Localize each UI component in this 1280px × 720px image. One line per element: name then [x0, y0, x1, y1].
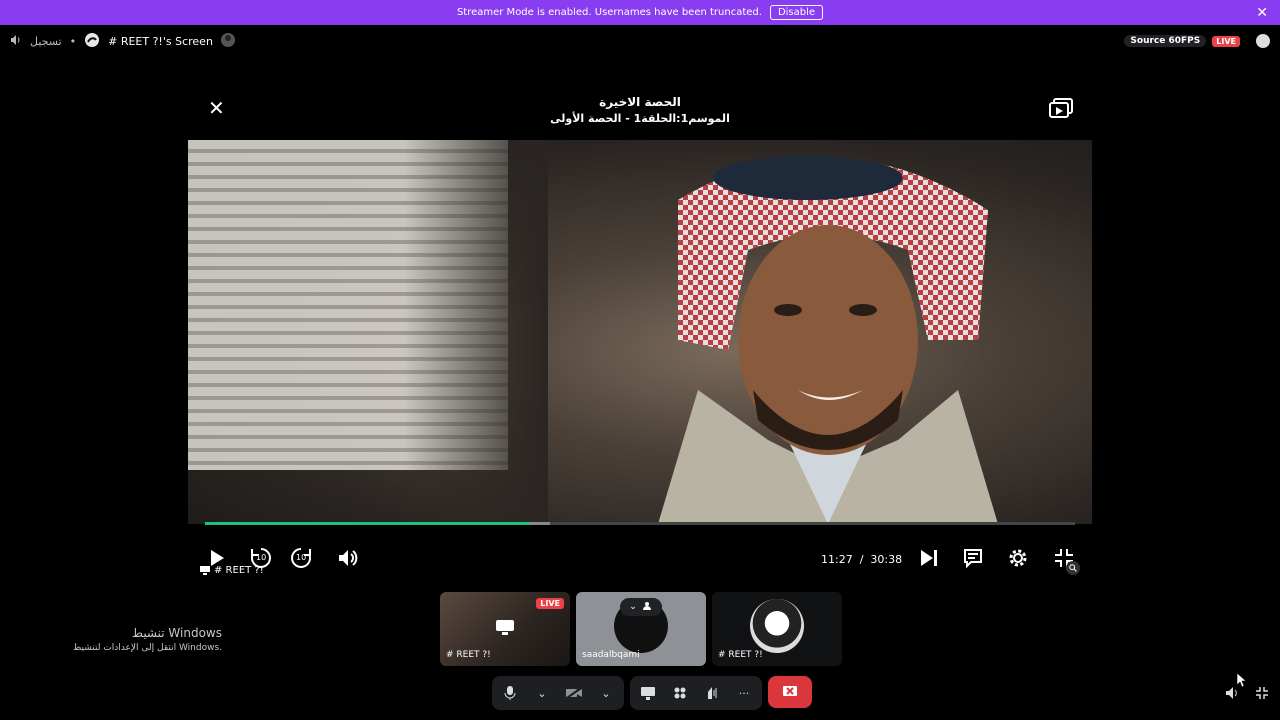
video-frame[interactable]: [188, 140, 1092, 524]
episode-subtitle: الموسم1:الحلقة1 - الحصة الأولى: [550, 112, 730, 125]
zoom-icon[interactable]: [1066, 561, 1080, 575]
show-title: الحصة الاخيرة: [599, 95, 681, 109]
time-separator: /: [859, 553, 864, 566]
live-badge: LIVE: [1212, 35, 1240, 47]
streamer-mode-banner: Streamer Mode is enabled. Usernames have…: [0, 0, 1280, 25]
streamer-avatar: [220, 32, 235, 50]
tile-options-chip[interactable]: ⌄: [620, 598, 662, 616]
disable-button[interactable]: Disable: [769, 5, 824, 20]
banner-close-icon[interactable]: ✕: [1256, 5, 1268, 21]
separator-dot: •: [69, 34, 77, 48]
subtitles-icon[interactable]: [962, 545, 984, 571]
leave-call-button[interactable]: [768, 676, 812, 708]
volume-icon[interactable]: [336, 545, 360, 571]
microphone-icon[interactable]: [500, 683, 520, 703]
chevron-down-icon[interactable]: ⌄: [629, 602, 637, 612]
stream-topbar: تسجيل • # REET ?!'s Screen Source 60FPS …: [10, 30, 1270, 52]
duration: 30:38: [870, 553, 903, 566]
bottom-right-controls: [1226, 684, 1268, 703]
share-screen-icon[interactable]: [638, 683, 658, 703]
tile-label: saadalbqami: [582, 650, 640, 660]
played-range: [205, 522, 530, 525]
end-call-icon: [783, 686, 797, 696]
rewind-seconds: 10: [256, 553, 267, 562]
audio-video-group: ⌄ ⌄: [492, 676, 624, 710]
next-episode-icon[interactable]: [918, 545, 940, 571]
exit-fullscreen-icon[interactable]: [1256, 684, 1268, 703]
forward-seconds: 10: [296, 553, 307, 562]
chevron-down-icon[interactable]: ⌄: [532, 683, 552, 703]
streamer-mode-message: Streamer Mode is enabled. Usernames have…: [456, 7, 762, 18]
speaker-icon[interactable]: [10, 34, 22, 49]
windows-activation-watermark: تنشيط Windows انتقل إلى الإعدادات لتنشيط…: [60, 626, 222, 653]
time-display: 11:27 / 30:38: [821, 553, 902, 566]
cast-icon[interactable]: [1048, 97, 1074, 121]
stream-owner-name: # REET ?!: [214, 565, 264, 576]
mouse-cursor-icon: [1236, 672, 1247, 691]
current-time: 11:27: [821, 553, 853, 566]
participant-tile-stream[interactable]: LIVE # REET ?!: [440, 592, 570, 666]
call-control-bar: ⌄ ⌄ ···: [492, 676, 812, 710]
participant-tiles: LIVE # REET ?! ⌄ saadalbqami # REET ?!: [440, 592, 842, 666]
watermark-title: تنشيط Windows: [131, 626, 222, 640]
screen-title: # REET ?!'s Screen: [108, 34, 213, 48]
settings-gear-icon[interactable]: [1006, 545, 1030, 571]
screen-share-icon: [200, 566, 210, 575]
episode-header: الحصة الاخيرة الموسم1:الحلقة1 - الحصة ال…: [188, 95, 1092, 135]
tile-live-badge: LIVE: [536, 598, 564, 609]
seek-bar[interactable]: [205, 522, 1075, 525]
watermark-subtitle: انتقل إلى الإعدادات لتنشيط Windows.: [73, 643, 222, 653]
people-icon[interactable]: [642, 601, 653, 614]
forward-10-icon[interactable]: 10: [288, 545, 314, 571]
background-fade: [188, 140, 548, 524]
record-label: تسجيل: [30, 34, 62, 48]
chevron-down-icon[interactable]: ⌄: [596, 683, 616, 703]
tile-label: # REET ?!: [446, 650, 491, 660]
stream-owner-overlay: # REET ?!: [200, 565, 264, 576]
soundboard-icon[interactable]: [702, 683, 722, 703]
actor-figure: [658, 156, 998, 524]
player-controls: 10 10 11:27 / 30:38: [200, 545, 1080, 573]
activity-group: ···: [630, 676, 762, 710]
server-icon: [84, 32, 100, 51]
stream-quality-badge: Source 60FPS: [1124, 35, 1207, 47]
tile-label: # REET ?!: [718, 650, 763, 660]
camera-off-icon[interactable]: [564, 683, 584, 703]
chat-bubble-icon[interactable]: [1256, 34, 1270, 48]
user-avatar: [750, 599, 804, 653]
participant-tile-user[interactable]: ⌄ saadalbqami: [576, 592, 706, 666]
participant-tile-user[interactable]: # REET ?!: [712, 592, 842, 666]
activities-icon[interactable]: [670, 683, 690, 703]
more-options-icon[interactable]: ···: [734, 683, 754, 703]
screen-share-icon: [496, 620, 514, 640]
